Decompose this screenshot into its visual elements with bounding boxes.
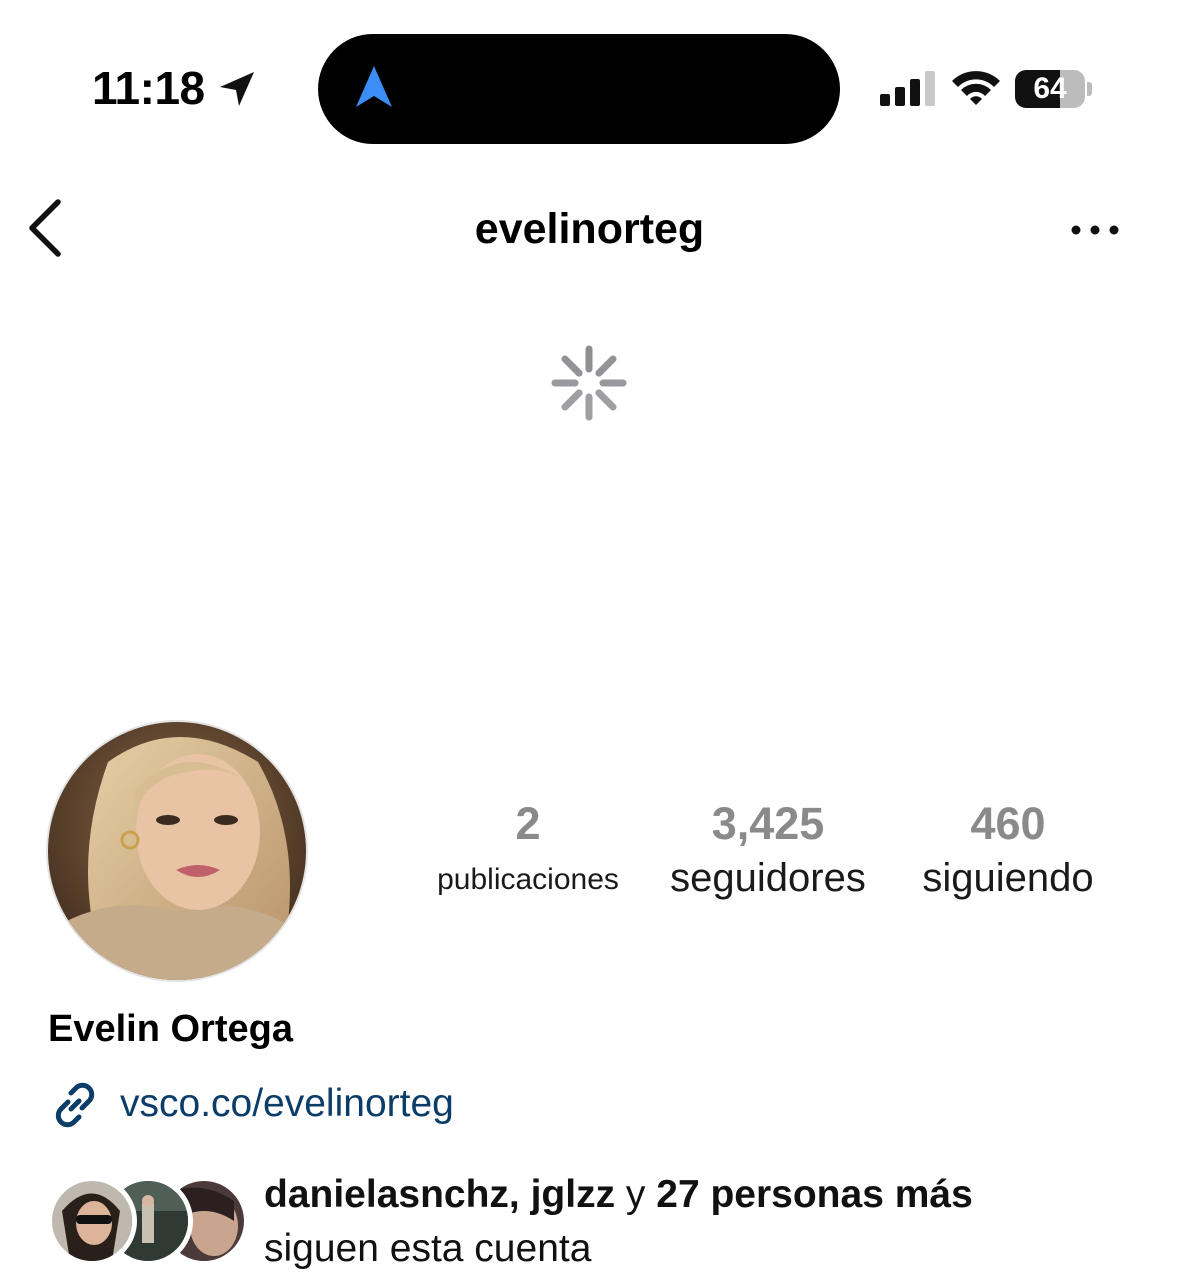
display-name: Evelin Ortega — [48, 1008, 293, 1050]
location-arrow-icon — [220, 72, 254, 106]
follower-avatar[interactable] — [47, 1176, 137, 1266]
profile-link[interactable]: vsco.co/evelinorteg — [120, 1078, 454, 1130]
stat-followers[interactable]: 3,425 seguidores — [655, 796, 881, 904]
cellular-signal-icon — [880, 71, 935, 106]
profile-avatar[interactable] — [48, 722, 306, 980]
follower-separator: , — [508, 1173, 531, 1216]
posts-label: publicaciones — [437, 863, 619, 896]
followed-by-line2: siguen esta cuenta — [264, 1227, 592, 1270]
stat-posts[interactable]: 2 publicaciones — [418, 796, 638, 908]
followers-label: seguidores — [670, 856, 866, 900]
chevron-left-icon — [29, 199, 61, 257]
spinner-icon — [551, 345, 627, 421]
follower-name: jglzz — [530, 1173, 616, 1216]
back-button[interactable] — [18, 192, 74, 264]
battery-tip — [1087, 82, 1092, 96]
follower-name: danielasnchz — [264, 1173, 509, 1216]
following-label: siguiendo — [922, 856, 1094, 900]
following-count: 460 — [970, 798, 1046, 849]
link-icon — [55, 1082, 95, 1128]
dynamic-island — [318, 34, 840, 144]
posts-count: 2 — [515, 798, 541, 849]
profile-username: evelinorteg — [474, 205, 705, 253]
followed-by-line1: danielasnchz, jglzz y 27 personas más — [264, 1168, 973, 1222]
followed-by-others: 27 personas más — [656, 1173, 973, 1216]
followers-count: 3,425 — [711, 798, 825, 849]
stat-following[interactable]: 460 siguiendo — [900, 796, 1116, 904]
followed-by-text[interactable]: danielasnchz, jglzz y 27 personas más si… — [264, 1168, 973, 1276]
status-time: 11:18 — [92, 62, 205, 114]
navigation-arrow-icon — [356, 66, 392, 107]
more-options-button[interactable] — [1060, 210, 1130, 250]
more-dots-icon — [1071, 225, 1119, 235]
wifi-icon — [952, 71, 1000, 105]
battery-level: 64 — [1033, 72, 1067, 105]
followed-by-conjunction: y — [615, 1173, 657, 1216]
